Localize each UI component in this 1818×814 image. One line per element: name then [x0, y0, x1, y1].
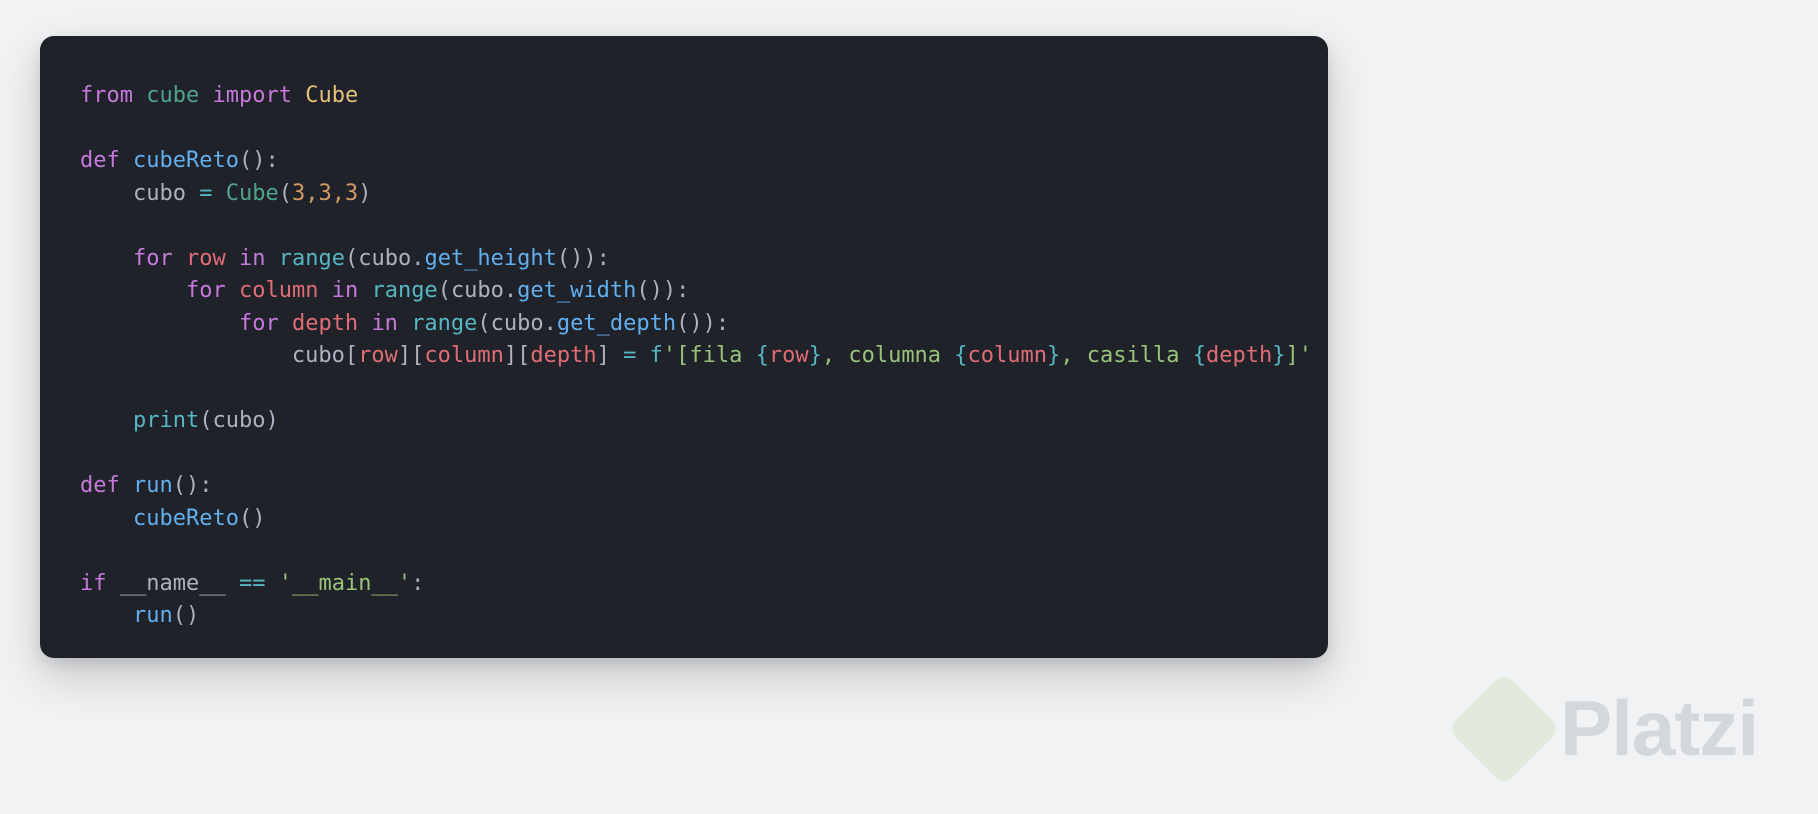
module-name: cube: [146, 83, 199, 108]
call: run: [133, 603, 173, 628]
kw-for: for: [133, 246, 173, 271]
punct: :: [411, 571, 424, 596]
loop-var: column: [239, 278, 318, 303]
brace: {: [756, 343, 769, 368]
fn-name: run: [133, 473, 173, 498]
idx: depth: [530, 343, 596, 368]
kw-def: def: [80, 148, 120, 173]
kw-if: if: [80, 571, 107, 596]
punct: ()):: [636, 278, 689, 303]
expr: depth: [1206, 343, 1272, 368]
punct: .: [544, 311, 557, 336]
kw-for: for: [239, 311, 279, 336]
method: get_height: [424, 246, 556, 271]
method: get_width: [517, 278, 636, 303]
punct: ): [358, 181, 371, 206]
str: '[fila: [663, 343, 756, 368]
brace: }: [809, 343, 822, 368]
punct: (: [477, 311, 490, 336]
punct: [: [345, 343, 358, 368]
punct: ():: [173, 473, 213, 498]
kw-in: in: [239, 246, 266, 271]
method: get_depth: [557, 311, 676, 336]
str: ]': [1285, 343, 1312, 368]
punct: ():: [239, 148, 279, 173]
str: '__main__': [279, 571, 411, 596]
punct: (): [239, 506, 266, 531]
punct: (: [345, 246, 358, 271]
punct: (): [173, 603, 200, 628]
idx: row: [358, 343, 398, 368]
ctor: Cube: [226, 181, 279, 206]
f-prefix: f: [650, 343, 663, 368]
watermark: Platzi: [1464, 683, 1758, 774]
code-block: from cube import Cube def cubeReto(): cu…: [40, 36, 1328, 658]
op: =: [623, 343, 636, 368]
op: ==: [239, 571, 266, 596]
fn-name: cubeReto: [133, 148, 239, 173]
punct: ()):: [676, 311, 729, 336]
kw-import: import: [212, 83, 291, 108]
args: 3,3,3: [292, 181, 358, 206]
obj: cubo: [292, 343, 345, 368]
range-fn: range: [279, 246, 345, 271]
punct: ][: [398, 343, 425, 368]
kw-from: from: [80, 83, 133, 108]
code-content: from cube import Cube def cubeReto(): cu…: [80, 80, 1288, 633]
obj: cubo: [358, 246, 411, 271]
obj: cubo: [491, 311, 544, 336]
punct: ]: [597, 343, 610, 368]
punct: (: [199, 408, 212, 433]
print-fn: print: [133, 408, 199, 433]
kw-in: in: [332, 278, 359, 303]
brace: {: [1193, 343, 1206, 368]
platzi-logo-icon: [1448, 672, 1561, 785]
kw-in: in: [371, 311, 398, 336]
kw-for: for: [186, 278, 226, 303]
brace: }: [1047, 343, 1060, 368]
call: cubeReto: [133, 506, 239, 531]
op: =: [199, 181, 212, 206]
punct: ()):: [557, 246, 610, 271]
punct: (: [438, 278, 451, 303]
range-fn: range: [411, 311, 477, 336]
str: , columna: [822, 343, 954, 368]
expr: column: [968, 343, 1047, 368]
str: , casilla: [1060, 343, 1192, 368]
arg: cubo: [212, 408, 265, 433]
class-name: Cube: [305, 83, 358, 108]
kw-def: def: [80, 473, 120, 498]
idx: column: [424, 343, 503, 368]
var: cubo: [133, 181, 186, 206]
punct: ][: [504, 343, 531, 368]
range-fn: range: [371, 278, 437, 303]
loop-var: depth: [292, 311, 358, 336]
brace: {: [954, 343, 967, 368]
dunder: __name__: [120, 571, 226, 596]
punct: ): [265, 408, 278, 433]
punct: .: [411, 246, 424, 271]
punct: .: [504, 278, 517, 303]
brace: }: [1272, 343, 1285, 368]
brand-text: Platzi: [1560, 683, 1758, 774]
punct: (: [279, 181, 292, 206]
expr: row: [769, 343, 809, 368]
obj: cubo: [451, 278, 504, 303]
loop-var: row: [186, 246, 226, 271]
